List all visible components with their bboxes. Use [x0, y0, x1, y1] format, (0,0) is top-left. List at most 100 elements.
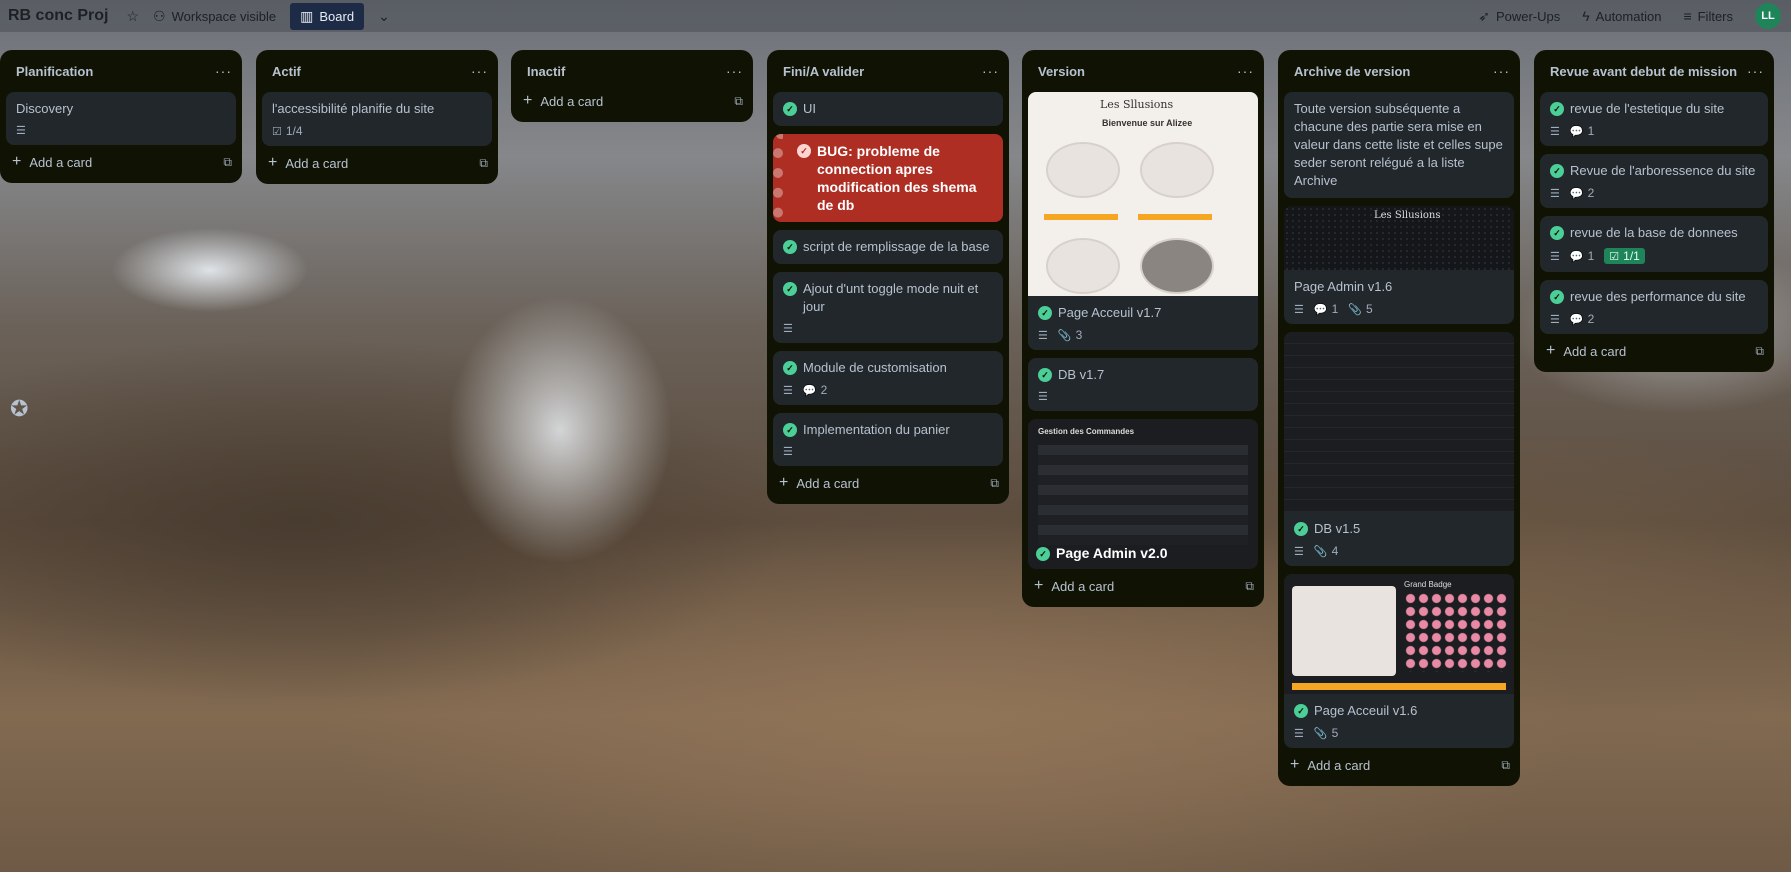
card-title: Page Acceuil v1.6 [1314, 703, 1418, 718]
template-icon[interactable]: ⧉ [479, 156, 488, 171]
card-db-v17[interactable]: ✓ DB v1.7 ☰ [1028, 358, 1258, 411]
card-archive-note[interactable]: Toute version subséquente a chacune des … [1284, 92, 1514, 198]
template-icon[interactable]: ⧉ [1245, 579, 1254, 594]
complete-check-icon[interactable]: ✓ [1550, 290, 1564, 304]
description-badge: ☰ [1038, 390, 1048, 403]
automation-button[interactable]: ϟ Automation [1582, 8, 1661, 24]
card-revue-estetique[interactable]: ✓ revue de l'estetique du site ☰ 💬 1 [1540, 92, 1768, 146]
template-icon[interactable]: ⧉ [734, 94, 743, 109]
complete-check-icon[interactable]: ✓ [1038, 306, 1052, 320]
card-module-customisation[interactable]: ✓ Module de customisation ☰ 💬 2 [773, 351, 1003, 405]
card-panier[interactable]: ✓ Implementation du panier ☰ [773, 413, 1003, 466]
list-title[interactable]: Archive de version [1294, 64, 1410, 79]
card-title: l'accessibilité planifie du site [272, 101, 435, 116]
template-icon[interactable]: ⧉ [223, 155, 232, 170]
add-card-button[interactable]: + Add a card ⧉ [0, 145, 242, 179]
add-card-button[interactable]: + Add a card ⧉ [1534, 334, 1774, 368]
card-toggle-mode[interactable]: ✓ Ajout d'unt toggle mode nuit et jour ☰ [773, 272, 1003, 343]
list-title[interactable]: Fini/A valider [783, 64, 864, 79]
view-switcher-button[interactable]: ⌄ [378, 8, 390, 25]
card-cover: Les Sllusions Bienvenue sur Alizee [1028, 92, 1258, 296]
attachments-count: 5 [1331, 726, 1339, 740]
template-icon[interactable]: ⧉ [990, 476, 999, 491]
card-ui[interactable]: ✓ UI [773, 92, 1003, 126]
workspace-visibility-button[interactable]: ⚇ Workspace visible [153, 8, 276, 25]
description-badge: ☰ [783, 445, 793, 458]
attachments-count: 5 [1365, 302, 1373, 316]
avatar[interactable]: LL [1755, 3, 1781, 29]
board-view-label: Board [319, 8, 355, 24]
card-script-remplissage[interactable]: ✓ script de remplissage de la base [773, 230, 1003, 264]
rocket-icon: ➶ [1478, 7, 1490, 24]
list-menu-icon[interactable]: ··· [1237, 63, 1254, 79]
list-title[interactable]: Actif [272, 64, 301, 79]
card-page-accueil-v16[interactable]: Grand Badge ✓ Page Acceuil v1.6 ☰ 📎 5 [1284, 574, 1514, 748]
description-badge: ☰ [1550, 125, 1560, 138]
complete-check-icon[interactable]: ✓ [783, 282, 797, 296]
add-card-button[interactable]: + Add a card ⧉ [511, 84, 753, 118]
complete-check-icon[interactable]: ✓ [783, 361, 797, 375]
card-bug-connection[interactable]: ✓ BUG: probleme de connection apres modif… [773, 134, 1003, 222]
board-header-actions: ➶ Power-Ups ϟ Automation ≡ Filters LL [1478, 0, 1791, 32]
complete-check-icon[interactable]: ✓ [783, 240, 797, 254]
board-title[interactable]: RB conc Proj [8, 7, 108, 25]
list-title[interactable]: Inactif [527, 64, 565, 79]
complete-check-icon[interactable]: ✓ [1550, 102, 1564, 116]
power-ups-button[interactable]: ➶ Power-Ups [1478, 8, 1560, 25]
comments-badge: 💬 1 [1570, 124, 1594, 138]
add-card-label: Add a card [29, 154, 93, 170]
complete-check-icon[interactable]: ✓ [1550, 164, 1564, 178]
plus-icon: + [523, 92, 533, 109]
template-icon[interactable]: ⧉ [1501, 758, 1510, 773]
list-title[interactable]: Version [1038, 64, 1085, 79]
badge-image [1046, 142, 1120, 198]
add-card-button[interactable]: + Add a card ⧉ [1278, 748, 1520, 782]
complete-check-icon[interactable]: ✓ [1294, 522, 1308, 536]
card-discovery[interactable]: Discovery ☰ [6, 92, 236, 145]
list-planification: Planification ··· Discovery ☰ + Add a car… [0, 50, 242, 183]
list-menu-icon[interactable]: ··· [471, 63, 488, 79]
star-button[interactable]: ☆ [126, 8, 139, 25]
list-menu-icon[interactable]: ··· [726, 63, 743, 79]
complete-check-icon[interactable]: ✓ [1294, 704, 1308, 718]
description-icon: ☰ [1550, 125, 1560, 138]
comments-badge: 💬 2 [1570, 312, 1594, 326]
checklist-badge: ☑ 1/1 [1604, 248, 1645, 264]
template-icon[interactable]: ⧉ [1755, 344, 1764, 359]
card-revue-base-donnees[interactable]: ✓ revue de la base de donnees ☰ 💬 1 ☑ 1/1 [1540, 216, 1768, 272]
badge-preview-image [1292, 586, 1396, 676]
card-revue-arboressence[interactable]: ✓ Revue de l'arboressence du site ☰ 💬 2 [1540, 154, 1768, 208]
cover-heading: Bienvenue sur Alizee [1102, 118, 1193, 128]
complete-check-icon[interactable]: ✓ [1550, 226, 1564, 240]
plus-icon: + [1034, 577, 1044, 594]
add-card-button[interactable]: + Add a card ⧉ [767, 466, 1009, 500]
complete-check-icon[interactable]: ✓ [797, 144, 811, 158]
card-revue-performance[interactable]: ✓ revue des performance du site ☰ 💬 2 [1540, 280, 1768, 334]
card-page-admin-v20[interactable]: Gestion des Commandes ✓ Page Admin v2.0 [1028, 419, 1258, 569]
list-menu-icon[interactable]: ··· [982, 63, 999, 79]
list-menu-icon[interactable]: ··· [1493, 63, 1510, 79]
list-title[interactable]: Revue avant debut de mission [1550, 64, 1737, 79]
complete-check-icon[interactable]: ✓ [783, 423, 797, 437]
card-cover [1284, 332, 1514, 512]
comments-badge: 💬 1 [1570, 249, 1594, 263]
comment-icon: 💬 [1569, 125, 1584, 138]
complete-check-icon[interactable]: ✓ [1038, 368, 1052, 382]
card-page-admin-v16[interactable]: Les Sllusions Page Admin v1.6 ☰ 💬 1 📎 5 [1284, 206, 1514, 324]
list-title[interactable]: Planification [16, 64, 93, 79]
add-card-button[interactable]: + Add a card ⧉ [1022, 569, 1264, 603]
cover-button [1044, 214, 1118, 220]
list-menu-icon[interactable]: ··· [1747, 63, 1764, 79]
card-page-accueil-v17[interactable]: Les Sllusions Bienvenue sur Alizee ✓ Page… [1028, 92, 1258, 350]
comment-icon: 💬 [802, 384, 817, 397]
filters-button[interactable]: ≡ Filters [1683, 8, 1733, 24]
card-db-v15[interactable]: ✓ DB v1.5 ☰ 📎 4 [1284, 332, 1514, 566]
complete-check-icon[interactable]: ✓ [1036, 547, 1050, 561]
list-menu-icon[interactable]: ··· [215, 63, 232, 79]
add-card-button[interactable]: + Add a card ⧉ [256, 146, 498, 180]
card-accessibilite[interactable]: l'accessibilité planifie du site ☑ 1/4 [262, 92, 492, 146]
description-icon: ☰ [783, 384, 793, 397]
board-view-button[interactable]: ▥ Board [290, 2, 365, 30]
complete-check-icon[interactable]: ✓ [783, 102, 797, 116]
chevron-down-icon: ⌄ [378, 7, 390, 24]
